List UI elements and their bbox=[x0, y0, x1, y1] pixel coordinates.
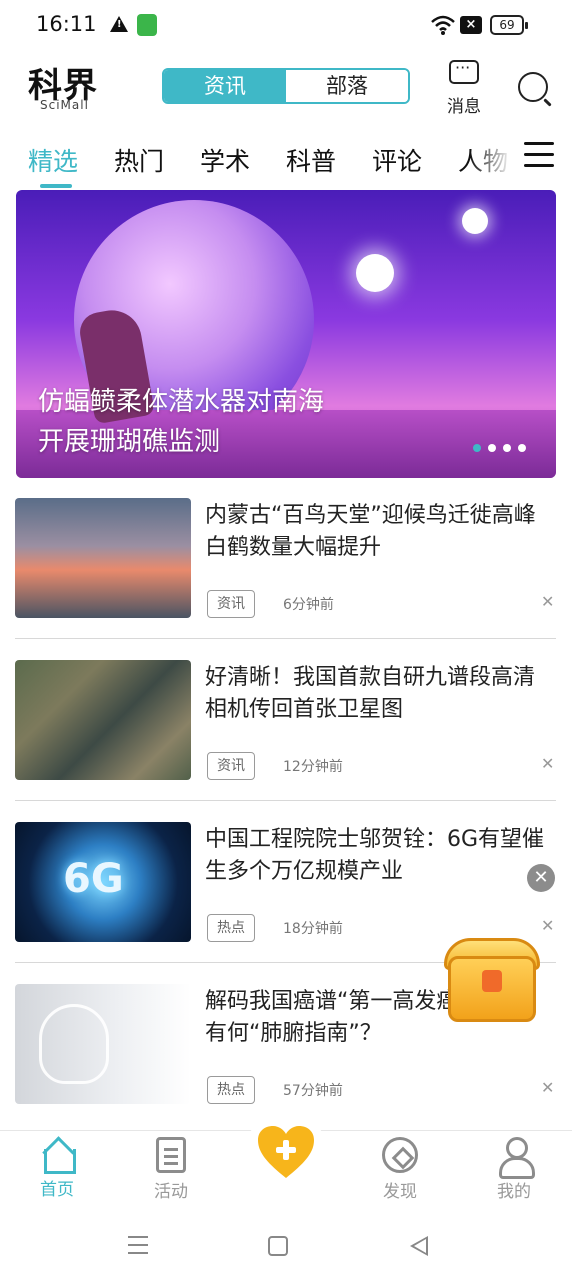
news-item[interactable]: 好清晰！我国首款自研九谱段高清相机传回首张卫星图 资讯 12分钟前 ✕ bbox=[15, 660, 556, 801]
news-title: 内蒙古“百鸟天堂”迎候鸟迁徙高峰白鹤数量大幅提升 bbox=[205, 503, 536, 560]
status-bar: 16:11 × 69 bbox=[0, 0, 572, 50]
thumbnail-6g-text: 6G bbox=[63, 856, 124, 902]
news-thumbnail bbox=[15, 984, 191, 1104]
news-time: 57分钟前 bbox=[283, 1083, 343, 1099]
category-tabs: 精选 热门 学术 科普 评论 人物 bbox=[0, 136, 572, 188]
back-icon[interactable] bbox=[410, 1236, 428, 1256]
nav-activity-label: 活动 bbox=[154, 1182, 188, 1202]
tab-featured[interactable]: 精选 bbox=[28, 142, 78, 178]
search-icon[interactable] bbox=[518, 72, 548, 102]
news-tag: 资讯 bbox=[207, 590, 255, 618]
recent-apps-icon[interactable] bbox=[128, 1236, 148, 1260]
news-thumbnail bbox=[15, 498, 191, 618]
nav-discover[interactable]: 发现 bbox=[365, 1137, 435, 1202]
tab-comment[interactable]: 评论 bbox=[372, 142, 422, 178]
compass-icon bbox=[382, 1137, 418, 1173]
news-tag: 热点 bbox=[207, 914, 255, 942]
dismiss-icon[interactable]: ✕ bbox=[541, 1078, 554, 1097]
news-tag: 热点 bbox=[207, 1076, 255, 1104]
featured-banner[interactable]: 仿蝠鲼柔体潜水器对南海 开展珊瑚礁监测 bbox=[16, 190, 556, 478]
publish-heart-button[interactable] bbox=[246, 1110, 326, 1190]
content-segment-control[interactable]: 资讯 部落 bbox=[162, 68, 410, 104]
nav-home[interactable]: 首页 bbox=[22, 1137, 92, 1200]
segment-news[interactable]: 资讯 bbox=[164, 70, 286, 102]
dismiss-icon[interactable]: ✕ bbox=[541, 916, 554, 935]
nav-discover-label: 发现 bbox=[383, 1182, 417, 1202]
news-time: 18分钟前 bbox=[283, 921, 343, 937]
app-logo: 科界 SciMall bbox=[28, 58, 118, 118]
home-icon bbox=[40, 1137, 76, 1174]
app-notification-icon bbox=[137, 14, 157, 36]
nav-profile[interactable]: 我的 bbox=[479, 1137, 549, 1202]
news-thumbnail: 6G bbox=[15, 822, 191, 942]
dismiss-icon[interactable]: ✕ bbox=[541, 754, 554, 773]
news-tag: 资讯 bbox=[207, 752, 255, 780]
no-sim-icon: × bbox=[460, 16, 482, 34]
logo-subtext: SciMall bbox=[40, 98, 89, 112]
news-title: 好清晰！我国首款自研九谱段高清相机传回首张卫星图 bbox=[205, 665, 536, 722]
user-icon bbox=[497, 1137, 535, 1179]
treasure-chest-icon[interactable] bbox=[442, 930, 542, 1026]
messages-label: 消息 bbox=[447, 97, 481, 117]
document-icon bbox=[156, 1137, 186, 1173]
home-button-icon[interactable] bbox=[268, 1236, 288, 1256]
news-item[interactable]: 内蒙古“百鸟天堂”迎候鸟迁徙高峰白鹤数量大幅提升 资讯 6分钟前 ✕ bbox=[15, 498, 556, 639]
news-time: 12分钟前 bbox=[283, 759, 343, 775]
warning-icon bbox=[110, 16, 128, 32]
tab-popsci[interactable]: 科普 bbox=[286, 142, 336, 178]
tab-academic[interactable]: 学术 bbox=[200, 142, 250, 178]
messages-button[interactable]: 消息 bbox=[440, 58, 488, 117]
message-icon bbox=[449, 58, 479, 84]
nav-home-label: 首页 bbox=[40, 1180, 74, 1200]
news-thumbnail bbox=[15, 660, 191, 780]
battery-indicator: 69 bbox=[490, 15, 528, 35]
banner-caption: 仿蝠鲼柔体潜水器对南海 开展珊瑚礁监测 bbox=[38, 387, 325, 457]
news-time: 6分钟前 bbox=[283, 597, 334, 613]
tab-hot[interactable]: 热门 bbox=[114, 142, 164, 178]
status-time: 16:11 bbox=[36, 12, 97, 36]
menu-icon[interactable] bbox=[524, 142, 554, 172]
system-navigation-bar bbox=[0, 1214, 572, 1280]
nav-activity[interactable]: 活动 bbox=[136, 1137, 206, 1202]
news-title: 中国工程院院士邬贺铨：6G有望催生多个万亿规模产业 bbox=[205, 827, 545, 884]
carousel-indicator bbox=[473, 444, 526, 452]
segment-tribe[interactable]: 部落 bbox=[286, 70, 408, 102]
dismiss-icon[interactable]: ✕ bbox=[541, 592, 554, 611]
nav-profile-label: 我的 bbox=[497, 1182, 531, 1202]
active-tab-indicator bbox=[40, 184, 72, 188]
close-floating-button[interactable]: ✕ bbox=[527, 864, 555, 892]
heart-plus-icon bbox=[258, 1126, 314, 1178]
wifi-icon bbox=[431, 15, 455, 35]
lung-image-icon bbox=[39, 1004, 109, 1084]
